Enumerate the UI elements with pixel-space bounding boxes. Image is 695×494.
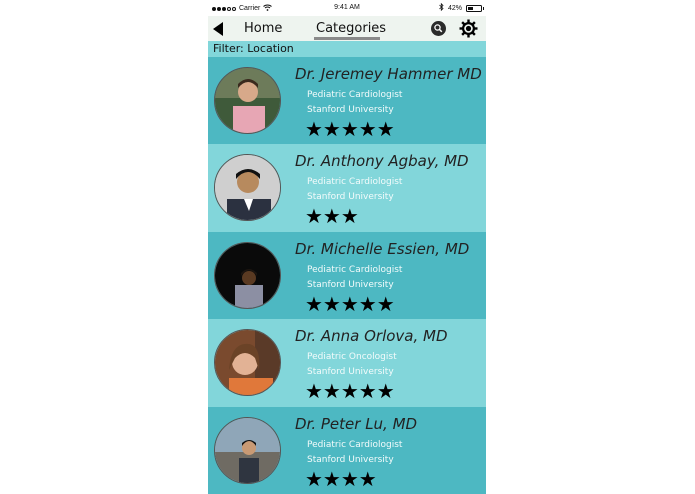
doctor-row[interactable]: Dr. Anthony Agbay, MD Pediatric Cardiolo… [208,144,486,232]
doctor-specialty: Pediatric Cardiologist [307,264,403,275]
doctor-name: Dr. Michelle Essien, MD [295,239,470,258]
star-rating-icon: ★★★ [305,204,359,229]
doctor-row[interactable]: Dr. Jeremey Hammer MD Pediatric Cardiolo… [208,57,486,145]
star-rating-icon: ★★★★★ [305,379,395,404]
doctor-university: Stanford University [307,105,394,115]
star-rating-icon: ★★★★★ [305,117,395,141]
star-rating-icon: ★★★★★ [305,291,395,316]
phone-screen: Carrier 9:41 AM 42% Home Categories Filt… [208,0,486,494]
doctor-avatar [214,416,281,484]
doctor-specialty: Pediatric Cardiologist [307,177,403,188]
doctor-specialty: Pediatric Oncologist [307,352,397,363]
status-bar: Carrier 9:41 AM 42% [208,0,486,16]
doctor-specialty: Pediatric Cardiologist [307,439,403,450]
doctor-avatar [214,241,281,309]
nav-bar: Home Categories [208,16,486,41]
doctor-name: Dr. Peter Lu, MD [295,414,418,433]
gear-icon[interactable] [459,19,478,38]
status-right: 42% [439,2,484,13]
nav-home-link[interactable]: Home [244,21,282,36]
doctor-avatar [214,329,281,397]
doctor-name: Dr. Jeremey Hammer MD [295,65,482,83]
battery-icon [466,4,484,12]
filter-label: Filter: Location [213,42,294,55]
bluetooth-icon [439,2,444,13]
back-arrow-icon[interactable] [213,22,223,36]
doctor-row[interactable]: Dr. Anna Orlova, MD Pediatric Oncologist… [208,319,486,407]
doctor-specialty: Pediatric Cardiologist [307,90,403,100]
battery-percent: 42% [447,4,462,12]
search-icon[interactable] [431,21,446,36]
doctor-list: Dr. Jeremey Hammer MD Pediatric Cardiolo… [208,57,486,494]
doctor-university: Stanford University [307,192,394,203]
filter-bar[interactable]: Filter: Location [208,41,486,57]
doctor-name: Dr. Anthony Agbay, MD [295,152,469,171]
doctor-university: Stanford University [307,454,394,465]
doctor-name: Dr. Anna Orlova, MD [295,327,448,346]
doctor-row[interactable]: Dr. Michelle Essien, MD Pediatric Cardio… [208,231,486,320]
active-tab-indicator [314,37,380,40]
nav-categories-tab[interactable]: Categories [316,21,386,36]
doctor-avatar [214,154,281,222]
doctor-university: Stanford University [307,279,394,290]
doctor-avatar [214,67,281,134]
doctor-university: Stanford University [307,367,394,378]
star-rating-icon: ★★★★ [305,466,377,491]
doctor-row[interactable]: Dr. Peter Lu, MD Pediatric Cardiologist … [208,406,486,494]
